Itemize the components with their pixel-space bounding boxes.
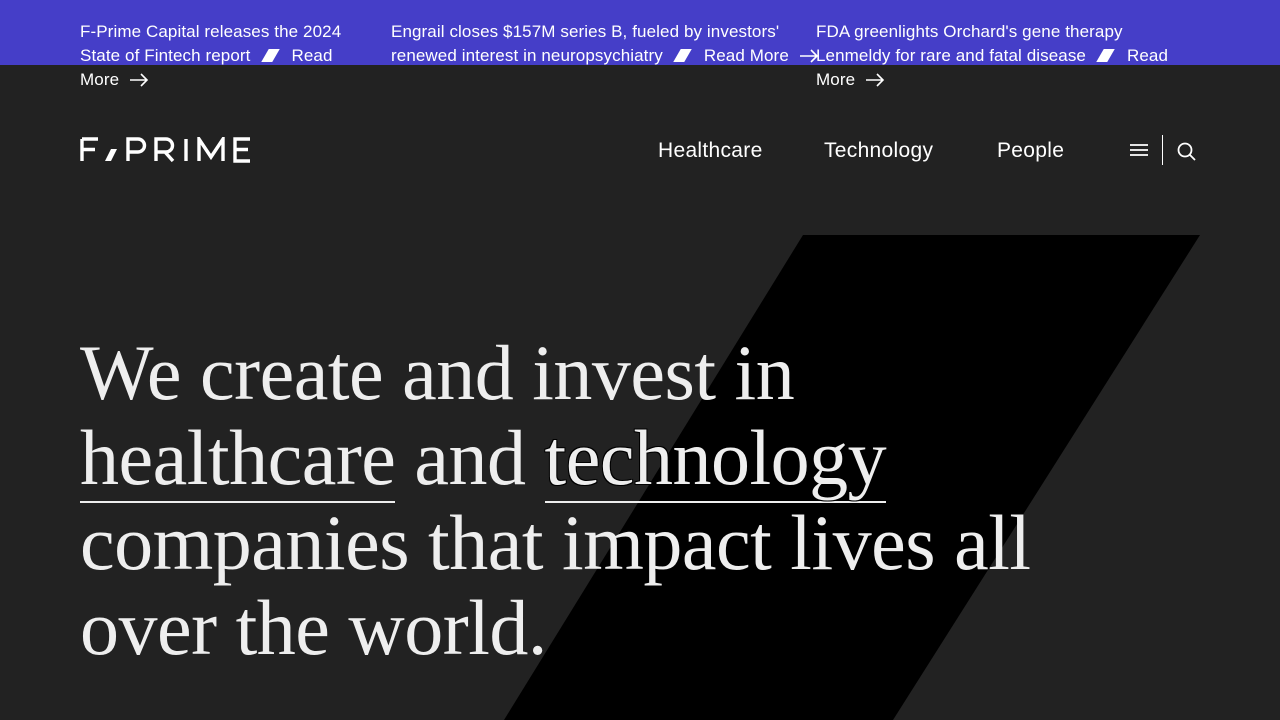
slash-divider-icon [260,49,280,62]
hamburger-menu-icon[interactable] [1128,140,1150,160]
slash-divider-icon [1096,49,1115,62]
search-icon[interactable] [1175,140,1197,162]
announcement-item[interactable]: FDA greenlights Orchard's gene therapy L… [816,20,1201,94]
nav-technology[interactable]: Technology [824,138,933,164]
page: F-Prime Capital releases the 2024 State … [0,0,1280,720]
announcement-text: FDA greenlights Orchard's gene therapy L… [816,22,1123,65]
read-more-link[interactable]: Read More [704,46,819,65]
announcement-item[interactable]: Engrail closes $157M series B, fueled by… [391,20,821,70]
nav-healthcare[interactable]: Healthcare [658,138,763,164]
arrow-right-icon [865,70,885,94]
nav-divider [1162,135,1163,165]
nav-people[interactable]: People [997,138,1064,164]
hero-headline: We create and invest in healthcare and te… [80,329,1031,671]
slash-divider-icon [673,49,692,62]
f-prime-logo [80,133,250,163]
arrow-right-icon [129,70,149,94]
site-logo[interactable] [80,133,252,163]
announcement-item[interactable]: F-Prime Capital releases the 2024 State … [80,20,370,94]
hero-healthcare-link[interactable]: healthcare [80,414,396,503]
hero-technology-link[interactable]: technology [544,414,887,503]
